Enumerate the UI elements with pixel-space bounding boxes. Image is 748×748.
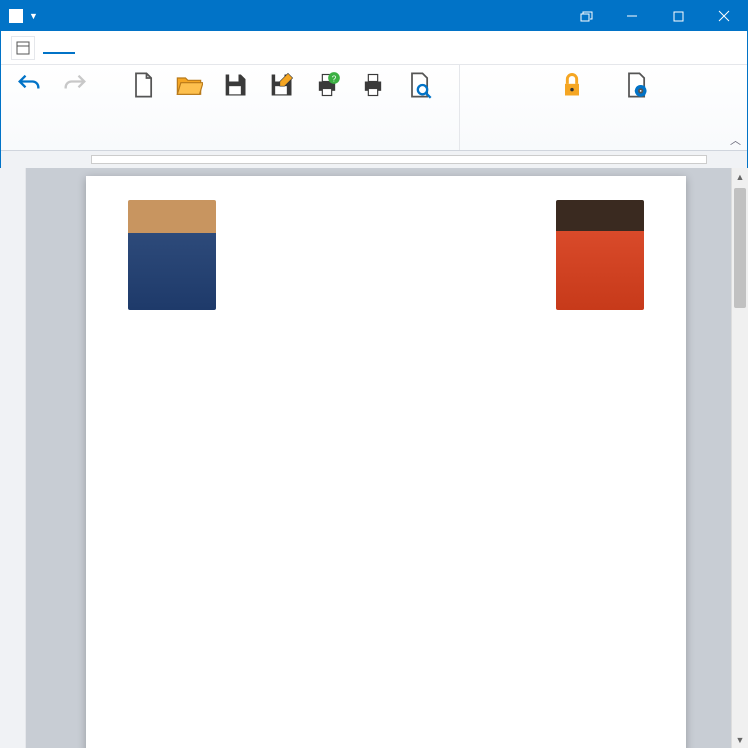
doc-properties-button[interactable] bbox=[606, 69, 666, 102]
scroll-thumb[interactable] bbox=[734, 188, 746, 308]
quick-print-button[interactable]: ? bbox=[305, 69, 349, 102]
tab-insert[interactable] bbox=[107, 42, 139, 54]
ribbon: ? ︿ bbox=[1, 65, 747, 151]
save-as-button[interactable] bbox=[259, 69, 303, 102]
save-button[interactable] bbox=[213, 69, 257, 102]
svg-text:?: ? bbox=[332, 75, 337, 84]
tab-mail-merge[interactable] bbox=[203, 42, 235, 54]
print-preview-button[interactable] bbox=[397, 69, 441, 102]
view-options-icon[interactable] bbox=[11, 36, 35, 60]
document-page[interactable] bbox=[86, 176, 686, 748]
menu-bar bbox=[1, 31, 747, 65]
author-right bbox=[550, 200, 650, 316]
title-bar: ▼ bbox=[1, 1, 747, 31]
tab-review[interactable] bbox=[235, 42, 267, 54]
open-button[interactable] bbox=[167, 69, 211, 102]
vertical-scrollbar[interactable]: ▲ ▼ bbox=[731, 168, 748, 748]
collapse-ribbon-icon[interactable]: ︿ bbox=[730, 132, 741, 148]
horizontal-ruler[interactable] bbox=[1, 151, 747, 169]
tab-home[interactable] bbox=[75, 42, 107, 54]
author-photo-2 bbox=[556, 200, 644, 310]
minimize-button[interactable] bbox=[609, 1, 655, 31]
close-button[interactable] bbox=[701, 1, 747, 31]
scroll-up-icon[interactable]: ▲ bbox=[732, 168, 748, 185]
author-photo-1 bbox=[128, 200, 216, 310]
encrypt-button[interactable] bbox=[540, 69, 604, 102]
vertical-ruler[interactable] bbox=[0, 168, 26, 748]
redo-button[interactable] bbox=[53, 69, 97, 102]
new-button[interactable] bbox=[121, 69, 165, 102]
print-button[interactable] bbox=[351, 69, 395, 102]
author-left bbox=[122, 200, 222, 316]
undo-button[interactable] bbox=[7, 69, 51, 102]
document-stage: ▲ ▼ bbox=[0, 168, 748, 748]
scroll-down-icon[interactable]: ▼ bbox=[732, 731, 748, 748]
tab-references[interactable] bbox=[171, 42, 203, 54]
tab-file[interactable] bbox=[43, 42, 75, 54]
app-logo-icon bbox=[9, 9, 23, 23]
tab-view[interactable] bbox=[267, 42, 299, 54]
qat-dropdown-icon[interactable]: ▼ bbox=[29, 11, 38, 21]
tab-page-layout[interactable] bbox=[139, 42, 171, 54]
restore-down-alt-button[interactable] bbox=[563, 1, 609, 31]
maximize-button[interactable] bbox=[655, 1, 701, 31]
